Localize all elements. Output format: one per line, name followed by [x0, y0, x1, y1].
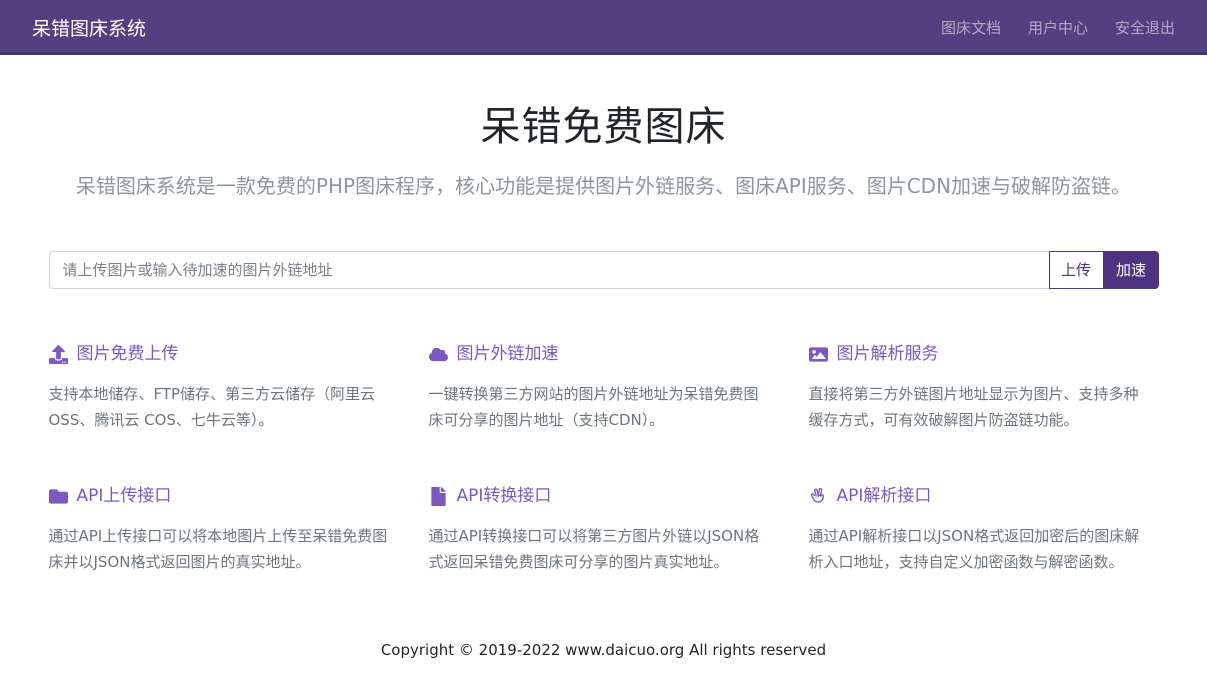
feature-card-parse: 图片解析服务 直接将第三方外链图片地址显示为图片、支持多种缓存方式，可有效破解图…: [809, 341, 1159, 433]
brand-title[interactable]: 呆错图床系统: [32, 14, 146, 41]
hand-peace-icon: [809, 487, 828, 506]
feature-description: 支持本地储存、FTP储存、第三方云储存（阿里云 OSS、腾讯云 COS、七牛云等…: [49, 381, 399, 433]
feature-description: 通过API解析接口以JSON格式返回加密后的图床解析入口地址，支持自定义加密函数…: [809, 523, 1159, 575]
feature-card-api-convert: API转换接口 通过API转换接口可以将第三方图片外链以JSON格式返回呆错免费…: [429, 483, 779, 575]
image-icon: [809, 345, 828, 364]
footer-copyright: Copyright © 2019-2022 www.daicuo.org All…: [0, 641, 1207, 659]
feature-title-text: 图片免费上传: [77, 341, 179, 367]
feature-title-text: 图片外链加速: [457, 341, 559, 367]
feature-link-upload[interactable]: 图片免费上传: [49, 341, 399, 367]
image-url-input[interactable]: [49, 251, 1050, 289]
feature-link-parse[interactable]: 图片解析服务: [809, 341, 1159, 367]
cloud-icon: [429, 345, 448, 364]
feature-title-text: API上传接口: [77, 483, 172, 509]
feature-description: 通过API上传接口可以将本地图片上传至呆错免费图床并以JSON格式返回图片的真实…: [49, 523, 399, 575]
feature-card-api-parse: API解析接口 通过API解析接口以JSON格式返回加密后的图床解析入口地址，支…: [809, 483, 1159, 575]
features-grid: 图片免费上传 支持本地储存、FTP储存、第三方云储存（阿里云 OSS、腾讯云 C…: [49, 341, 1159, 575]
feature-description: 直接将第三方外链图片地址显示为图片、支持多种缓存方式，可有效破解图片防盗链功能。: [809, 381, 1159, 433]
accelerate-button[interactable]: 加速: [1104, 251, 1159, 289]
feature-card-upload: 图片免费上传 支持本地储存、FTP储存、第三方云储存（阿里云 OSS、腾讯云 C…: [49, 341, 399, 433]
feature-card-cdn: 图片外链加速 一键转换第三方网站的图片外链地址为呆错免费图床可分享的图片地址（支…: [429, 341, 779, 433]
feature-description: 通过API转换接口可以将第三方图片外链以JSON格式返回呆错免费图床可分享的图片…: [429, 523, 779, 575]
feature-link-api-upload[interactable]: API上传接口: [49, 483, 399, 509]
feature-link-cdn[interactable]: 图片外链加速: [429, 341, 779, 367]
feature-card-api-upload: API上传接口 通过API上传接口可以将本地图片上传至呆错免费图床并以JSON格…: [49, 483, 399, 575]
feature-link-api-convert[interactable]: API转换接口: [429, 483, 779, 509]
feature-description: 一键转换第三方网站的图片外链地址为呆错免费图床可分享的图片地址（支持CDN）。: [429, 381, 779, 433]
nav-link-logout[interactable]: 安全退出: [1115, 17, 1175, 38]
nav-link-user[interactable]: 用户中心: [1028, 17, 1088, 38]
navbar-links: 图床文档 用户中心 安全退出: [941, 17, 1175, 38]
feature-title-text: API转换接口: [457, 483, 552, 509]
folder-icon: [49, 487, 68, 506]
feature-link-api-parse[interactable]: API解析接口: [809, 483, 1159, 509]
hero-section: 呆错免费图床 呆错图床系统是一款免费的PHP图床程序，核心功能是提供图片外链服务…: [0, 99, 1207, 201]
navbar: 呆错图床系统 图床文档 用户中心 安全退出: [0, 0, 1207, 55]
page-subtitle: 呆错图床系统是一款免费的PHP图床程序，核心功能是提供图片外链服务、图床API服…: [0, 171, 1207, 201]
upload-input-group: 上传 加速: [49, 251, 1159, 289]
file-icon: [429, 487, 448, 506]
upload-button[interactable]: 上传: [1049, 251, 1104, 289]
page-title: 呆错免费图床: [0, 99, 1207, 155]
feature-title-text: API解析接口: [837, 483, 932, 509]
nav-link-docs[interactable]: 图床文档: [941, 17, 1001, 38]
feature-title-text: 图片解析服务: [837, 341, 939, 367]
upload-icon: [49, 345, 68, 364]
